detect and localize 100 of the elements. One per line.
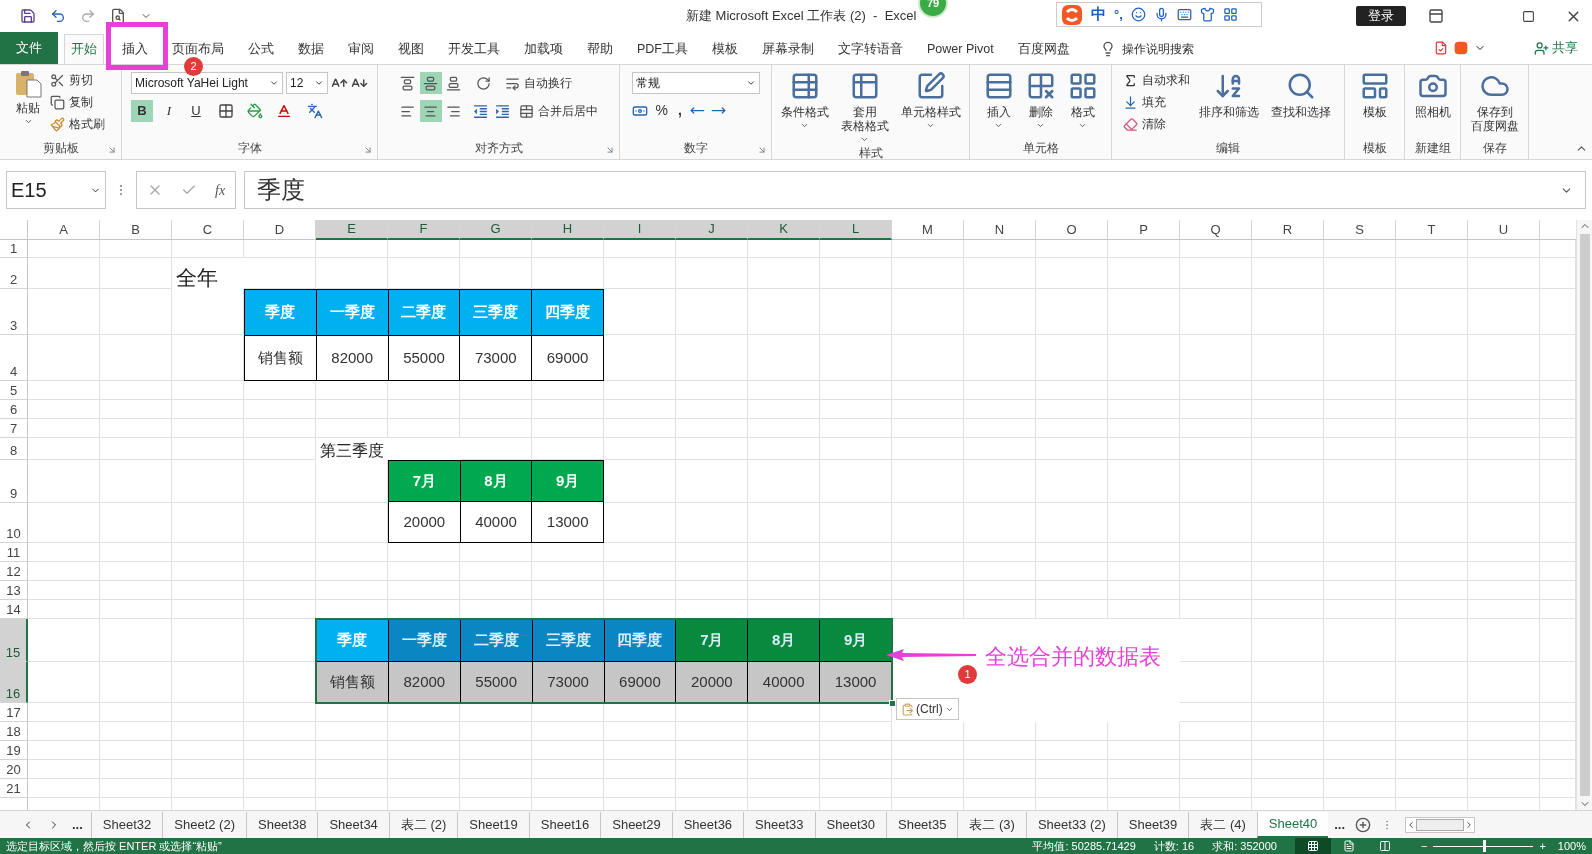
font-name-select[interactable]: Microsoft YaHei Light	[131, 72, 283, 94]
column-header[interactable]: J	[676, 220, 748, 240]
row-header[interactable]: 8	[0, 438, 28, 460]
percent-button[interactable]: %	[653, 100, 670, 121]
dialog-launcher-icon[interactable]	[757, 145, 767, 155]
font-style-toggle[interactable]: U	[185, 100, 207, 122]
row-header[interactable]: 1	[0, 240, 28, 258]
copy-button[interactable]: 复制	[47, 91, 108, 113]
dialog-launcher-icon[interactable]	[605, 145, 615, 155]
ribbon-tab[interactable]: 插入	[116, 34, 154, 64]
camera-button[interactable]: 照相机	[1408, 69, 1457, 119]
autosum-button[interactable]: 自动求和	[1119, 69, 1193, 91]
row-header[interactable]: 16	[0, 662, 28, 703]
ribbon-tab[interactable]: 加载项	[518, 34, 569, 64]
format-cells-button[interactable]: 格式	[1061, 69, 1104, 130]
ribbon-tab[interactable]: Power Pivot	[921, 34, 1000, 64]
row-header[interactable]: 17	[0, 703, 28, 722]
row-header[interactable]: 12	[0, 562, 28, 581]
column-header[interactable]: F	[388, 220, 460, 240]
ribbon-tab[interactable]: 开发工具	[442, 34, 506, 64]
normal-view-button[interactable]	[1295, 838, 1331, 854]
more-sheets[interactable]: ...	[72, 814, 83, 835]
column-header[interactable]: L	[820, 220, 892, 240]
ribbon-tab[interactable]: 开始	[64, 34, 104, 64]
column-header[interactable]: P	[1108, 220, 1180, 240]
sheet-tab[interactable]: Sheet16	[528, 811, 601, 838]
sheet-tab[interactable]: Sheet29	[600, 811, 672, 838]
row-header[interactable]: 19	[0, 741, 28, 760]
sheet-tab[interactable]: Sheet2 (2)	[162, 811, 246, 838]
paste-options-button[interactable]: (Ctrl)	[896, 698, 959, 720]
sheet-tab[interactable]: Sheet38	[246, 811, 318, 838]
sheet-tab[interactable]: Sheet30	[814, 811, 886, 838]
merge-center-button[interactable]: 合并后居中	[515, 100, 601, 122]
ribbon-tab[interactable]: 屏幕录制	[756, 34, 820, 64]
row-header[interactable]: 18	[0, 722, 28, 741]
sheet-tab[interactable]: Sheet19	[457, 811, 529, 838]
ribbon-tab[interactable]: 视图	[392, 34, 430, 64]
column-header[interactable]: G	[460, 220, 532, 240]
delete-cells-button[interactable]: 删除	[1019, 69, 1062, 130]
zoom-out-button[interactable]: −	[1421, 837, 1428, 854]
center-align-button[interactable]	[419, 100, 442, 122]
formula-input[interactable]: 季度	[244, 171, 1586, 209]
row-header[interactable]: 20	[0, 760, 28, 779]
column-header[interactable]: I	[604, 220, 676, 240]
fill-button[interactable]: 填充	[1119, 91, 1193, 113]
insert-cells-button[interactable]: 插入	[977, 69, 1020, 130]
sheet-tab[interactable]: 表二 (4)	[1188, 811, 1257, 838]
column-header[interactable]: O	[1036, 220, 1108, 240]
sheet-tab[interactable]: Sheet32	[90, 811, 163, 838]
zoom-percent[interactable]: 100%	[1557, 837, 1586, 854]
zoom-slider[interactable]	[1433, 840, 1534, 852]
sheet-tab[interactable]: 表二 (3)	[957, 811, 1026, 838]
file-tab[interactable]: 文件	[0, 32, 58, 64]
vertical-scrollbar[interactable]	[1576, 220, 1592, 810]
horizontal-scrollbar[interactable]	[1405, 816, 1476, 833]
sheet-tab[interactable]: Sheet33 (2)	[1025, 811, 1117, 838]
row-header[interactable]: 15	[0, 619, 28, 662]
find-select-button[interactable]: 查找和选择	[1264, 69, 1337, 119]
font-size-select[interactable]: 12	[286, 72, 328, 94]
share-button[interactable]: 共享	[1534, 38, 1578, 58]
column-header[interactable]: H	[532, 220, 604, 240]
font-style-toggle[interactable]: I	[158, 100, 180, 122]
column-header[interactable]: R	[1252, 220, 1324, 240]
select-all-corner[interactable]	[0, 220, 28, 240]
cut-button[interactable]: 剪切	[47, 69, 108, 91]
ribbon-tab[interactable]: 公式	[242, 34, 280, 64]
zoom-in-button[interactable]: +	[1539, 837, 1546, 854]
column-header[interactable]: N	[964, 220, 1036, 240]
login-button[interactable]: 登录	[1356, 6, 1406, 26]
format-as-table-button[interactable]: 套用 表格格式	[834, 69, 895, 144]
ribbon-tab[interactable]: 百度网盘	[1011, 34, 1076, 64]
sort-filter-button[interactable]: 排序和筛选	[1192, 69, 1265, 119]
wrap-text-button[interactable]: 自动换行	[501, 72, 575, 94]
column-header[interactable]: T	[1396, 220, 1468, 240]
format-painter-button[interactable]: 格式刷	[47, 113, 108, 135]
row-header[interactable]: 7	[0, 419, 28, 438]
row-header[interactable]: 10	[0, 503, 28, 543]
name-box[interactable]: E15	[6, 171, 106, 209]
column-header[interactable]: C	[172, 220, 244, 240]
column-header[interactable]: Q	[1180, 220, 1252, 240]
template-button[interactable]: 模板	[1353, 69, 1396, 119]
ribbon-tab[interactable]: 文字转语音	[832, 34, 909, 64]
row-header[interactable]: 5	[0, 381, 28, 400]
column-header[interactable]: U	[1468, 220, 1540, 240]
column-header[interactable]: A	[28, 220, 100, 240]
sheet-tab[interactable]: Sheet36	[671, 811, 744, 838]
ribbon-tab[interactable]: 模板	[706, 34, 744, 64]
row-header[interactable]: 6	[0, 400, 28, 419]
row-header[interactable]: 11	[0, 543, 28, 562]
paste-button[interactable]: 粘贴	[13, 69, 43, 135]
tell-me-search[interactable]: 操作说明搜索	[1121, 40, 1194, 58]
column-header[interactable]: S	[1324, 220, 1396, 240]
comma-button[interactable]: ,	[675, 100, 684, 121]
ribbon-tab[interactable]: PDF工具	[631, 34, 694, 64]
column-header[interactable]: K	[748, 220, 820, 240]
sheet-tab[interactable]: Sheet40	[1256, 811, 1329, 838]
row-header[interactable]: 9	[0, 460, 28, 503]
column-header[interactable]: B	[100, 220, 172, 240]
number-format-select[interactable]: 常规	[631, 72, 760, 94]
ribbon-tab[interactable]: 审阅	[342, 34, 380, 64]
